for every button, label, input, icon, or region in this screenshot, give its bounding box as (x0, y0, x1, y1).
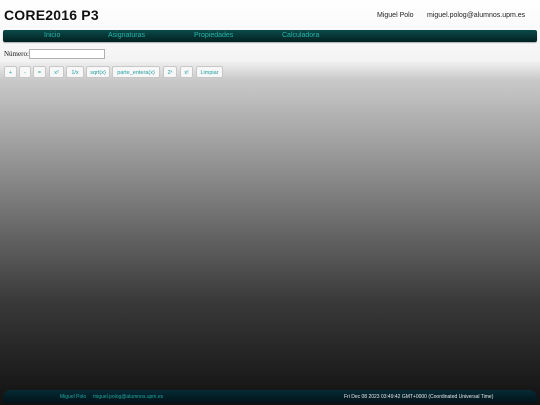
integer-part-button[interactable]: parte_entera(x) (112, 66, 160, 78)
footer-name: Miguel Polo (60, 394, 87, 400)
number-input[interactable] (29, 49, 105, 59)
footer-datetime: Fri Dec 08 2023 03:49:42 GMT+0000 (Coord… (344, 394, 494, 400)
page-title: CORE2016 P3 (4, 7, 99, 23)
sqrt-button[interactable]: sqrt(x) (86, 66, 110, 78)
square-button[interactable]: x² (49, 66, 64, 78)
number-label: Número: (4, 50, 29, 58)
header: CORE2016 P3 Miguel Polo miguel.polog@alu… (0, 0, 540, 30)
power-of-two-button[interactable]: 2ˣ (163, 66, 177, 78)
nav-bar: Inicio Asignaturas Propiedades Calculado… (3, 30, 537, 42)
user-name: Miguel Polo (377, 12, 414, 19)
nav-item-inicio[interactable]: Inicio (44, 32, 60, 39)
footer: Miguel Polo miguel.polog@alumnos.upm.es … (3, 390, 537, 403)
add-button[interactable]: + (4, 66, 17, 78)
user-email: miguel.polog@alumnos.upm.es (427, 12, 526, 19)
footer-email-link[interactable]: miguel.polog@alumnos.upm.es (93, 394, 163, 400)
nav-item-propiedades[interactable]: Propiedades (194, 32, 233, 39)
subtract-button[interactable]: - (19, 66, 31, 78)
nav-item-asignaturas[interactable]: Asignaturas (108, 32, 145, 39)
equals-button[interactable]: = (33, 66, 46, 78)
clear-button[interactable]: Limpiar (196, 66, 223, 78)
nav-item-calculadora[interactable]: Calculadora (282, 32, 319, 39)
reciprocal-button[interactable]: 1/x (66, 66, 84, 78)
factorial-button[interactable]: x! (180, 66, 193, 78)
